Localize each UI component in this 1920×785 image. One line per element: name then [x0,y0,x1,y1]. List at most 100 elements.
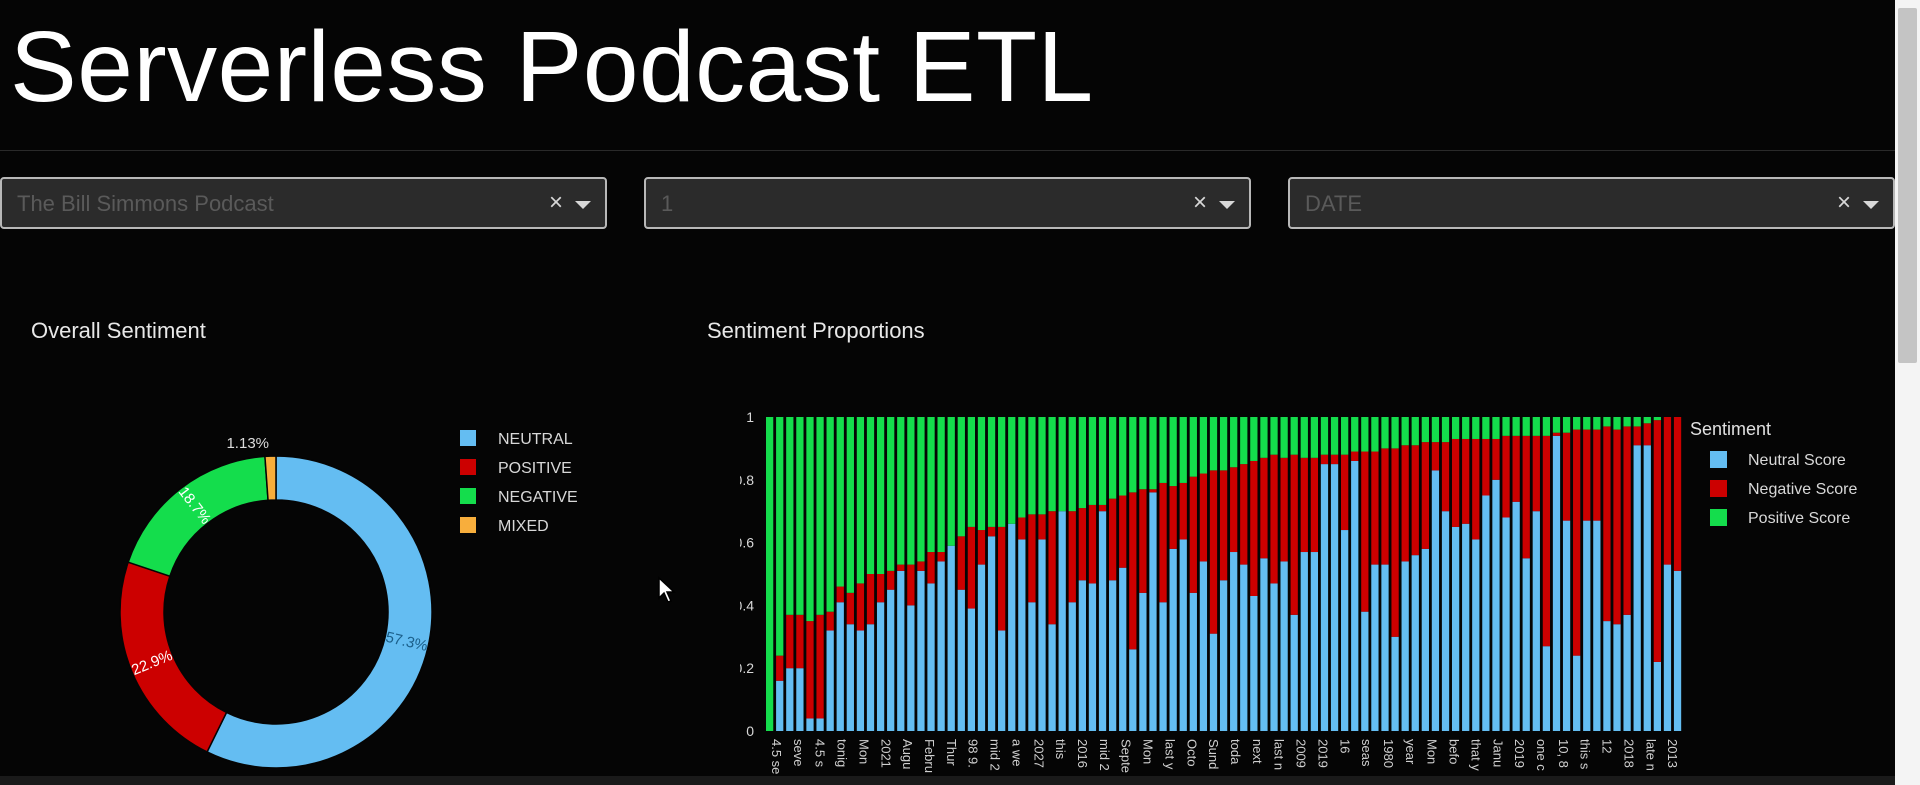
bar-legend-positive-score[interactable]: Positive Score [1710,509,1850,527]
bar-segment-neutral-score [887,589,895,731]
bar-segment-neutral-score [1280,561,1288,731]
bar-segment-neutral-score [1441,511,1450,731]
bar-segment-neutral-score [1562,520,1571,731]
bar-segment-positive-score [1260,417,1268,458]
x-tick-label: 2027 [1031,739,1046,768]
bar-segment-negative-score [1462,438,1470,524]
bar-segment-positive-score [846,417,854,593]
bar-segment-negative-score [1552,432,1561,436]
bar-segment-negative-score [1351,451,1359,461]
bottom-edge [0,776,1895,785]
legend-label: MIXED [498,518,549,535]
bar-segment-neutral-score [1179,539,1187,731]
bar-segment-negative-score [1139,489,1147,593]
bar-segment-positive-score [1623,417,1631,427]
x-tick-label: Mon [856,739,871,764]
bar-segment-positive-score [1512,417,1520,436]
bar-legend-neutral-score[interactable]: Neutral Score [1710,451,1846,469]
bar-segment-negative-score [1532,435,1540,512]
bar-segment-negative-score [1361,451,1369,612]
bar-segment-neutral-score [1088,583,1097,731]
bar-segment-negative-score [1381,448,1389,565]
bar-segment-neutral-score [866,624,875,731]
bar-segment-neutral-score [897,570,905,731]
donut-legend-negative[interactable]: NEGATIVE [460,488,578,506]
bar-segment-negative-score [866,574,875,625]
bar-segment-neutral-score [1431,470,1440,731]
donut-legend-positive[interactable]: POSITIVE [460,459,572,477]
bar-segment-negative-score [927,552,935,584]
bar-segment-neutral-score [1300,552,1308,731]
bar-segment-neutral-score [1663,564,1672,731]
donut-label-mixed: 1.13% [226,435,269,452]
bar-segment-negative-score [1169,486,1177,549]
bar-segment-neutral-score [1189,592,1197,731]
sentiment-proportions-title: Sentiment Proportions [707,318,925,343]
bar-segment-negative-score [1673,417,1682,571]
bar-segment-negative-score [1310,457,1319,553]
scrollbar-track[interactable] [1895,0,1920,785]
scrollbar-thumb[interactable] [1898,8,1917,363]
x-tick-label: 2018 [1621,739,1636,768]
episode-dropdown[interactable]: 1 × [644,177,1251,229]
bar-segment-negative-score [806,621,814,719]
bar-segment-positive-score [1381,417,1389,449]
x-tick-label: late n [1643,739,1658,771]
y-tick-label: 0 [746,723,754,739]
clear-episode-icon[interactable]: × [1193,189,1207,217]
chevron-down-icon[interactable] [1219,201,1235,209]
bar-segment-neutral-score [1018,539,1026,731]
date-dropdown[interactable]: DATE × [1288,177,1895,229]
bar-segment-positive-score [836,417,844,587]
bar-segment-positive-score [1139,417,1147,490]
bar-segment-positive-score [866,417,875,574]
bar-segment-positive-score [1280,417,1288,458]
bar-segment-positive-score [1391,417,1399,449]
x-tick-label: toda [1228,739,1243,765]
clear-date-icon[interactable]: × [1837,189,1851,217]
bar-segment-negative-score [1663,417,1672,565]
bar-segment-positive-score [1341,417,1349,455]
donut-legend-mixed[interactable]: MIXED [460,517,549,535]
bar-segment-positive-score [917,417,925,562]
chevron-down-icon[interactable] [1863,201,1879,209]
bar-segment-neutral-score [1381,564,1389,731]
bar-segment-neutral-score [846,624,854,731]
bar-segment-positive-score [1361,417,1369,452]
legend-swatch [1710,451,1727,468]
y-tick-label: 0.6 [740,535,754,551]
bar-segment-positive-score [1028,417,1036,515]
bar-segment-neutral-score [1391,636,1399,731]
bar-segment-neutral-score [1290,614,1298,731]
bar-segment-positive-score [1209,417,1218,471]
bar-segment-positive-score [1411,417,1419,446]
chevron-down-icon[interactable] [575,201,591,209]
bar-segment-positive-score [1633,417,1641,427]
bar-segment-neutral-score [1250,595,1258,731]
clear-podcast-icon[interactable]: × [549,189,563,217]
bar-segment-positive-score [1018,417,1026,518]
bar-segment-negative-score [1189,476,1197,593]
bar-segment-negative-score [1048,511,1056,625]
x-tick-label: 4.5 s [813,739,828,768]
donut-legend-neutral[interactable]: NEUTRAL [460,430,573,448]
bar-segment-negative-score [1250,460,1258,596]
x-tick-label: year [1403,739,1418,765]
bar-segment-neutral-score [786,668,794,731]
bar-segment-neutral-score [1411,555,1419,731]
bar-segment-negative-score [1472,438,1480,540]
bar-segment-positive-score [947,417,955,546]
bar-legend-negative-score[interactable]: Negative Score [1710,480,1857,498]
bar-segment-negative-score [1300,457,1308,553]
bar-segment-negative-score [796,614,804,669]
x-tick-label: next [1250,739,1265,764]
bar-segment-positive-score [1653,417,1661,421]
legend-swatch [460,459,476,475]
legend-title: Sentiment [1690,419,1771,439]
bar-segment-negative-score [967,526,976,609]
bar-segment-neutral-score [1492,479,1500,731]
bar-segment-neutral-score [1472,539,1480,731]
podcast-dropdown[interactable]: The Bill Simmons Podcast × [0,177,607,229]
bar-segment-positive-score [786,417,794,615]
bar-segment-negative-score [1633,426,1641,446]
